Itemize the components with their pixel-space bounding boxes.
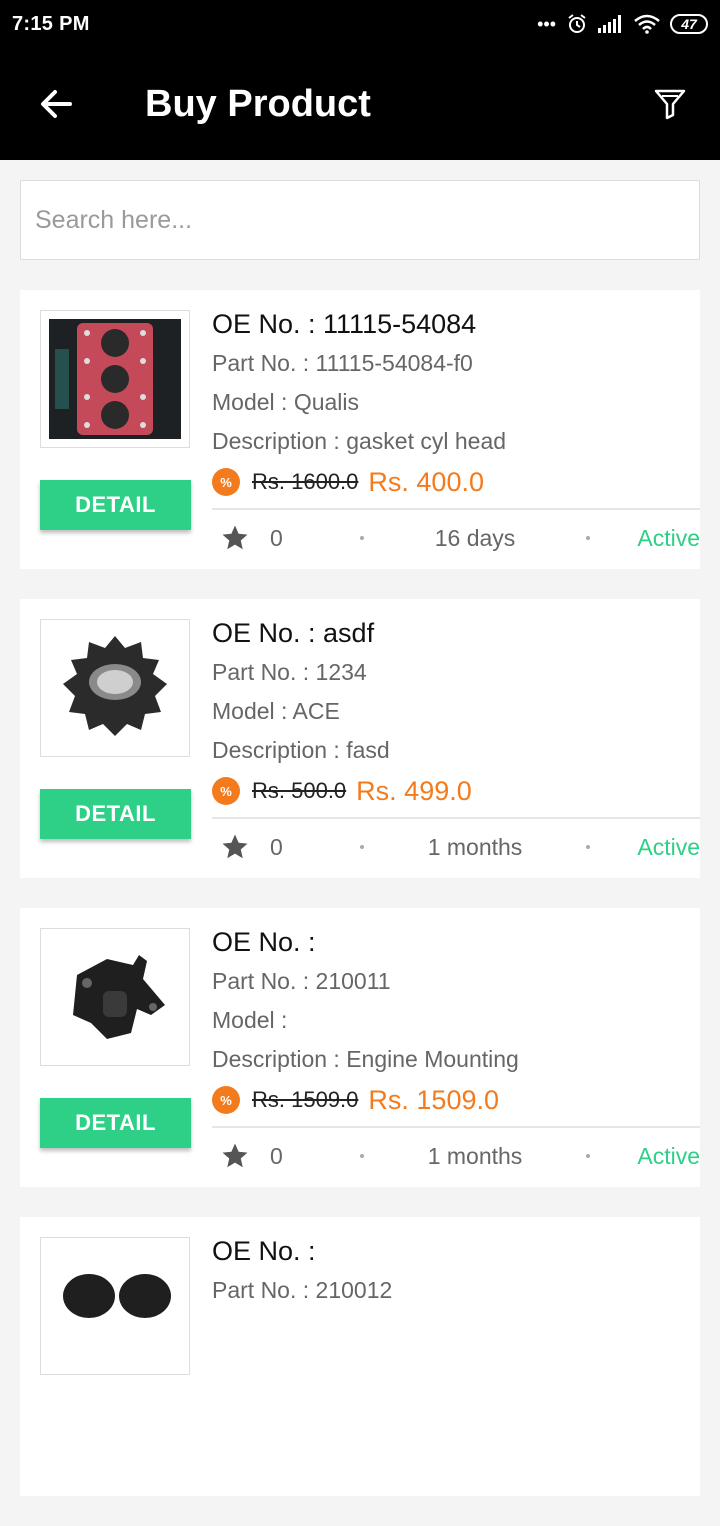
sale-price: Rs. 499.0 [356, 775, 472, 806]
product-meta: 0 1 months Active [212, 1134, 700, 1178]
product-image[interactable] [40, 310, 190, 448]
back-button[interactable] [0, 48, 112, 160]
detail-button[interactable]: DETAIL [40, 1098, 191, 1148]
star-icon[interactable] [220, 832, 250, 862]
original-price: Rs. 1600.0 [252, 469, 359, 494]
discount-badge-icon: % [212, 777, 240, 805]
battery-icon: 47 [670, 14, 708, 34]
status-bar: 7:15 PM ••• 47 [0, 0, 720, 48]
part-number: Part No. : 210012 [212, 1277, 393, 1303]
product-image[interactable] [40, 619, 190, 757]
product-info: OE No. : Part No. : 210011 Model : Descr… [212, 922, 700, 1121]
product-image[interactable] [40, 928, 190, 1066]
more-dots-icon: ••• [537, 13, 556, 34]
status-badge: Active [637, 524, 700, 551]
divider [212, 508, 700, 510]
oe-number: OE No. : [212, 1236, 316, 1266]
rating-count: 0 [270, 1142, 283, 1169]
gear-image [47, 626, 183, 750]
product-card[interactable]: DETAIL OE No. : Part No. : 210011 Model … [20, 908, 700, 1187]
divider [212, 1126, 700, 1128]
filter-button[interactable] [620, 48, 720, 160]
detail-button[interactable]: DETAIL [40, 789, 191, 839]
oe-number: OE No. : 11115-54084 [212, 309, 477, 339]
product-info: OE No. : 11115-54084 Part No. : 11115-54… [212, 304, 700, 503]
status-badge: Active [637, 833, 700, 860]
signal-icon [598, 15, 621, 33]
wifi-icon [634, 14, 660, 34]
engine-mount-image [47, 935, 183, 1059]
status-time: 7:15 PM [12, 12, 90, 35]
app-bar: Buy Product [0, 48, 720, 160]
star-icon[interactable] [220, 523, 250, 553]
star-icon[interactable] [220, 1141, 250, 1171]
product-list: DETAIL OE No. : 11115-54084 Part No. : 1… [20, 290, 700, 1526]
rating-count: 0 [270, 833, 283, 860]
part-number: Part No. : 11115-54084-f0 [212, 350, 473, 376]
part-number: Part No. : 210011 [212, 968, 391, 994]
alarm-icon [568, 14, 586, 33]
gasket-image [49, 319, 181, 439]
product-meta: 0 16 days Active [212, 516, 700, 560]
oe-number: OE No. : [212, 927, 316, 957]
price-row: % Rs. 1600.0 Rs. 400.0 [212, 461, 700, 503]
original-price: Rs. 1509.0 [252, 1087, 359, 1112]
sale-price: Rs. 400.0 [368, 466, 484, 497]
oe-number: OE No. : asdf [212, 618, 375, 648]
filter-icon [654, 89, 686, 120]
arrow-left-icon [41, 90, 72, 118]
sale-price: Rs. 1509.0 [368, 1084, 499, 1115]
model: Model : [212, 1007, 288, 1033]
product-image[interactable] [40, 1237, 190, 1375]
product-meta: 0 1 months Active [212, 825, 700, 869]
product-card[interactable]: DETAIL OE No. : asdf Part No. : 1234 Mod… [20, 599, 700, 878]
discount-badge-icon: % [212, 468, 240, 496]
search-input[interactable] [21, 181, 699, 259]
divider [212, 817, 700, 819]
posted-time: 1 months [427, 1142, 523, 1169]
original-price: Rs. 500.0 [252, 778, 347, 803]
part-number: Part No. : 1234 [212, 659, 367, 685]
posted-time: 1 months [427, 833, 523, 860]
model: Model : ACE [212, 698, 340, 724]
search-box [20, 180, 700, 260]
rating-count: 0 [270, 524, 283, 551]
product-card[interactable]: DETAIL OE No. : 11115-54084 Part No. : 1… [20, 290, 700, 569]
detail-button[interactable]: DETAIL [40, 480, 191, 530]
product-card[interactable]: OE No. : Part No. : 210012 [20, 1217, 700, 1496]
status-icons: ••• 47 [537, 13, 708, 35]
model: Model : Qualis [212, 389, 360, 415]
part-image [47, 1244, 183, 1368]
description: Description : fasd [212, 737, 390, 763]
product-info: OE No. : asdf Part No. : 1234 Model : AC… [212, 613, 700, 812]
price-row: % Rs. 1509.0 Rs. 1509.0 [212, 1079, 700, 1121]
page-title: Buy Product [145, 82, 371, 125]
posted-time: 16 days [434, 524, 516, 551]
price-row: % Rs. 500.0 Rs. 499.0 [212, 770, 700, 812]
status-badge: Active [637, 1142, 700, 1169]
description: Description : Engine Mounting [212, 1046, 519, 1072]
product-info: OE No. : Part No. : 210012 [212, 1231, 700, 1310]
discount-badge-icon: % [212, 1086, 240, 1114]
description: Description : gasket cyl head [212, 428, 507, 454]
